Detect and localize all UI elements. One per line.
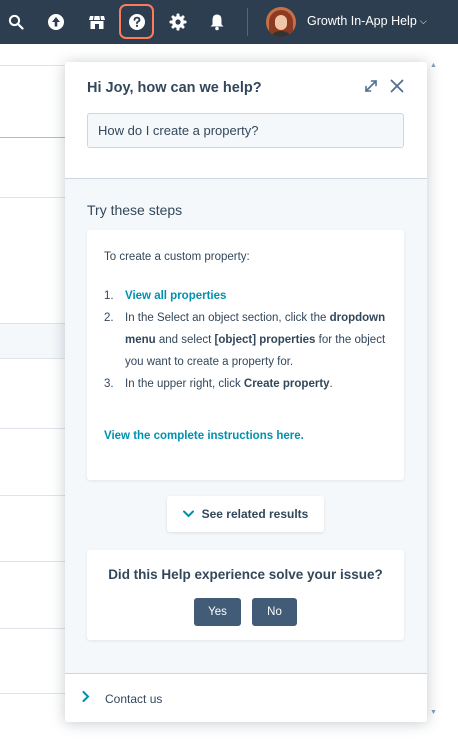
settings-gear-icon[interactable] [165,9,191,35]
background-divider [0,561,70,562]
help-panel-header: Hi Joy, how can we help? [65,62,427,179]
background-divider [0,197,70,198]
account-name[interactable]: Growth In-App Help [307,14,417,28]
feedback-card: Did this Help experience solve your issu… [87,550,404,640]
view-all-properties-link[interactable]: View all properties [125,290,226,302]
contact-us-row[interactable]: Contact us [65,673,427,722]
background-divider [0,628,70,629]
upgrade-arrow-icon[interactable] [43,9,69,35]
steps-heading: Try these steps [87,202,183,218]
close-icon[interactable] [389,78,405,94]
complete-instructions-link[interactable]: View the complete instructions here. [104,430,304,442]
see-related-results-label: See related results [201,507,309,521]
background-divider [0,428,70,429]
scroll-down-arrow-icon[interactable]: ▼ [430,709,437,716]
chevron-down-icon[interactable]: ⌵ [420,16,427,27]
step-text: In the upper right, click [125,378,244,390]
chevron-down-icon [182,507,194,521]
steps-card: To create a custom property: 1. View all… [87,230,404,480]
help-button[interactable] [119,4,154,39]
steps-intro: To create a custom property: [104,251,250,263]
background-divider [0,693,70,694]
top-navigation-bar: Growth In-App Help ⌵ [0,0,458,44]
step-item: 3. In the upper right, click Create prop… [104,373,389,395]
search-icon[interactable] [3,9,29,35]
steps-list: 1. View all properties 2. In the Select … [104,285,389,395]
step-bold-text: [object] properties [214,334,316,346]
yes-button[interactable]: Yes [194,598,241,626]
help-icon [128,13,145,30]
expand-icon[interactable] [363,78,379,94]
help-search-input[interactable] [87,113,404,148]
step-text: . [329,378,333,390]
help-greeting: Hi Joy, how can we help? [87,80,262,96]
scroll-up-arrow-icon[interactable]: ▲ [430,62,437,69]
background-divider [0,495,70,496]
background-tab-underline [0,137,70,138]
background-divider [0,65,70,66]
step-number: 2. [104,312,114,324]
step-text: and select [155,334,215,346]
step-item: 1. View all properties [104,285,389,307]
chevron-right-icon [82,691,90,705]
notifications-bell-icon[interactable] [204,9,230,35]
marketplace-icon[interactable] [84,9,110,35]
step-number: 1. [104,290,114,302]
background-table-header [0,323,70,359]
see-related-results-button[interactable]: See related results [167,496,324,532]
avatar[interactable] [266,7,296,37]
nav-divider [247,8,248,36]
feedback-question: Did this Help experience solve your issu… [108,567,383,582]
no-button[interactable]: No [252,598,297,626]
help-panel: Hi Joy, how can we help? Try these steps… [65,62,427,722]
contact-us-label: Contact us [105,692,163,706]
step-item: 2. In the Select an object section, clic… [104,307,389,373]
step-text: In the Select an object section, click t… [125,312,330,324]
step-number: 3. [104,378,114,390]
step-bold-text: Create property [243,378,330,390]
